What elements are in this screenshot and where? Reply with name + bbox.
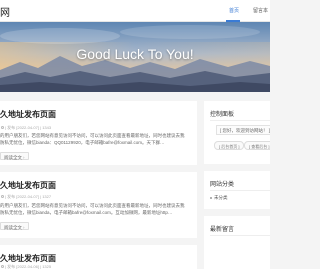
- view-admin-button[interactable]: [ 查看后台 ]: [244, 141, 270, 150]
- divider: [210, 190, 270, 191]
- post-meta-text: | 发布 [2022-04-06] | 1325: [5, 264, 52, 269]
- post-meta-text: | 发布 [2022-04-07] | 1327: [5, 194, 52, 199]
- top-nav-bar: 网 首页 留言本: [0, 0, 270, 22]
- post-title-link[interactable]: 久地址发布页面: [0, 180, 56, 191]
- post-meta: | 发布 [2022-04-06] | 1325: [0, 264, 51, 269]
- post-excerpt-line: 的用户朋友们，若您网站有意见访问不访问，可以访问此页面查看最新地址，同时也建议去…: [0, 203, 185, 208]
- bullet-icon: [210, 196, 212, 199]
- categories-title: 网站分类: [210, 182, 235, 188]
- post-excerpt-line: 防私无忧位，微信bianda：QQ01129920，电子邮箱bafre@foxm…: [0, 140, 165, 145]
- post-card: 久地址发布页面 | 发布 [2022-04-06] | 1325: [0, 245, 197, 269]
- nav-item-guestbook[interactable]: 留言本: [253, 7, 268, 14]
- post-title-link[interactable]: 久地址发布页面: [0, 109, 56, 120]
- post-excerpt-line: 防私无忧位，微信bianda，电子邮箱bafre@foxmail.com。互动加…: [0, 210, 173, 215]
- sidebar-control-panel: 控制面板 [ 您好，欢迎到访网站！ ] [ 后台首页 ] [ 查看后台 ]: [204, 101, 270, 164]
- hero-banner: Good Luck To You!: [0, 22, 270, 92]
- read-more-label: 阅读全文: [4, 154, 22, 160]
- post-card: 久地址发布页面 | 发布 [2022-04-07] | 1327 的用户朋友们，…: [0, 172, 197, 238]
- latest-comments-title: 最新留言: [210, 227, 235, 233]
- nav-item-home[interactable]: 首页: [229, 7, 239, 14]
- chevron-right-icon: ›: [23, 154, 25, 160]
- chevron-right-icon: ›: [23, 224, 25, 230]
- welcome-message: [ 您好，欢迎到访网站！ ]: [216, 125, 270, 135]
- calendar-icon: [1, 265, 4, 269]
- sidebar-categories: 网站分类 未分类: [204, 171, 270, 209]
- read-more-label: 阅读全文: [4, 224, 22, 230]
- divider: [210, 120, 270, 121]
- post-card: 久地址发布页面 | 发布 [2022-04-07] | 1343 的用户朋友们，…: [0, 101, 197, 165]
- post-title-link[interactable]: 久地址发布页面: [0, 253, 56, 264]
- post-excerpt: 的用户朋友们，若您网站有意见访问不访问，可以访问此页面查看最新地址，同时也建议去…: [0, 132, 192, 146]
- control-panel-title: 控制面板: [210, 112, 235, 118]
- post-meta: | 发布 [2022-04-07] | 1343: [0, 125, 51, 131]
- post-meta-text: | 发布 [2022-04-07] | 1343: [5, 125, 52, 130]
- read-more-button[interactable]: 阅读全文›: [0, 152, 29, 160]
- banner-title: Good Luck To You!: [76, 46, 194, 62]
- admin-home-button[interactable]: [ 后台首页 ]: [214, 141, 245, 150]
- post-excerpt: 的用户朋友们，若您网站有意见访问不访问，可以访问此页面查看最新地址，同时也建议去…: [0, 202, 192, 216]
- calendar-icon: [1, 126, 4, 130]
- divider: [210, 235, 270, 236]
- sidebar-latest-comments: 最新留言: [204, 216, 270, 269]
- post-excerpt-line: 的用户朋友们，若您网站有意见访问不访问，可以访问此页面查看最新地址，同时也建议去…: [0, 133, 185, 138]
- read-more-button[interactable]: 阅读全文›: [0, 222, 29, 230]
- post-meta: | 发布 [2022-04-07] | 1327: [0, 194, 51, 200]
- category-item[interactable]: 未分类: [210, 195, 228, 201]
- calendar-icon: [1, 195, 4, 199]
- category-label: 未分类: [214, 195, 228, 200]
- site-brand[interactable]: 网: [0, 4, 10, 19]
